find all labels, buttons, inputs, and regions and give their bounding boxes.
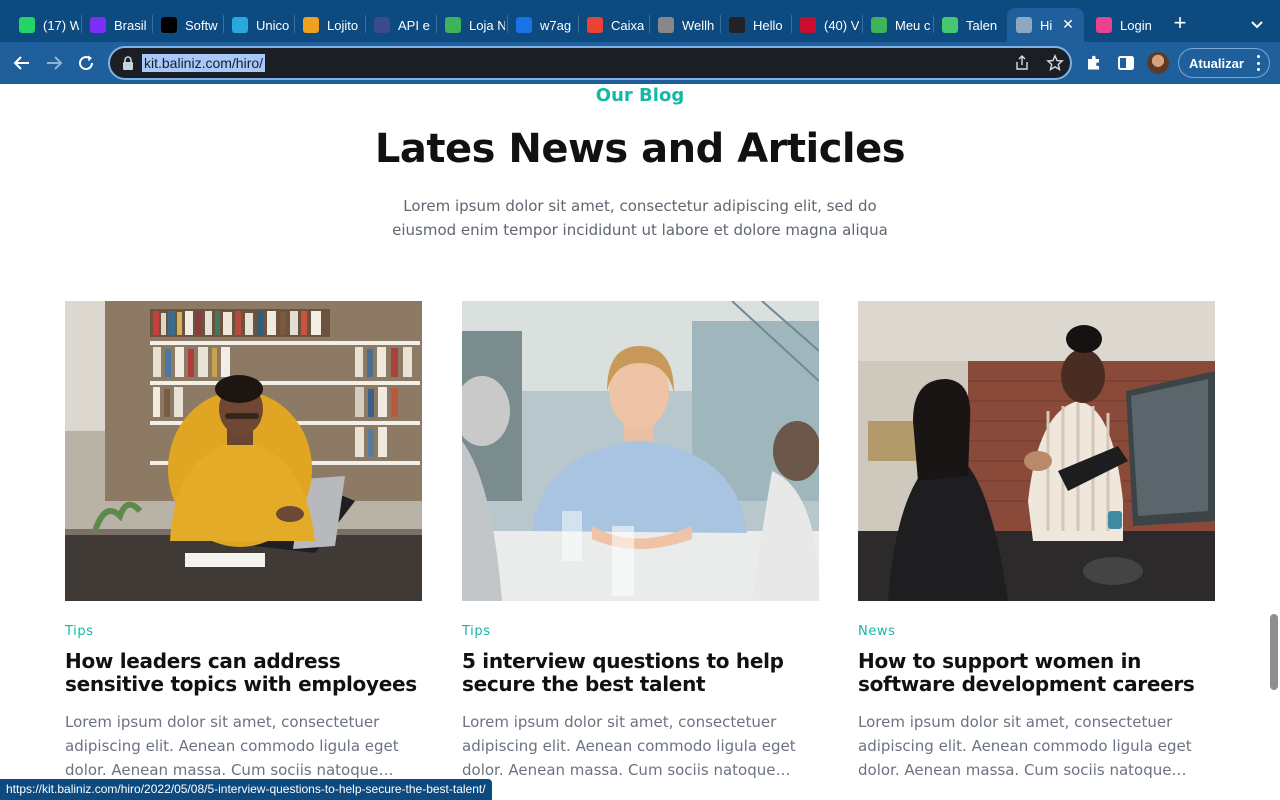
browser-tab-title: Loja N [469,17,505,33]
browser-tab[interactable]: Hi ✕ [1007,8,1084,42]
browser-tab-title: Wellh [682,17,715,33]
browser-tab[interactable]: (40) V [791,8,862,42]
post-image-office[interactable] [858,301,1215,601]
section-intro: Lorem ipsum dolor sit amet, consectetur … [392,197,888,239]
blog-card: Tips How leaders can address sensitive t… [65,301,422,779]
browser-tab-title: Lojito [327,17,359,33]
post-title[interactable]: How leaders can address sensitive topics… [65,650,422,696]
profile-avatar[interactable] [1147,52,1169,74]
browser-tab[interactable]: Hello [720,8,791,42]
bookmark-star-icon[interactable] [1046,54,1064,72]
browser-tab-title: Hi [1040,17,1053,33]
browser-tab-title: Hello [753,17,783,33]
globe-icon [658,17,674,33]
address-url[interactable]: kit.baliniz.com/hiro/ [142,54,266,72]
browser-tab-title: Brasil [114,17,147,33]
crosshair-icon [232,17,248,33]
reload-icon [79,55,94,71]
browser-tab[interactable]: w7ag [507,8,578,42]
post-title[interactable]: 5 interview questions to help secure the… [462,650,819,696]
post-category[interactable]: News [858,624,896,639]
browser-tab[interactable]: Wellh [649,8,720,42]
extensions-button[interactable] [1082,51,1106,75]
back-button[interactable] [10,51,34,75]
browser-tab[interactable]: Login [1087,8,1158,42]
tab-search-button[interactable] [1247,14,1267,34]
calendar-icon [516,17,532,33]
post-excerpt: Lorem ipsum dolor sit amet, consectetuer… [65,713,399,779]
new-tab-button[interactable]: + [1168,12,1192,36]
browser-tab[interactable]: Unico [223,8,294,42]
browser-tab-title: Talen [966,17,998,33]
reload-button[interactable] [74,51,98,75]
side-panel-button[interactable] [1114,51,1138,75]
z-logo-icon [942,17,958,33]
browser-tab-title: Meu c [895,17,931,33]
api-icon [374,17,390,33]
browser-tab-title: Caixa [611,17,645,33]
post-title[interactable]: How to support women in software develop… [858,650,1215,696]
section-heading: Lates News and Articles [374,126,906,172]
browser-tab-title: Login [1120,17,1152,33]
puzzle-icon [1088,55,1099,70]
post-excerpt: Lorem ipsum dolor sit amet, consectetuer… [858,713,1192,779]
browser-tab[interactable]: Loja N [436,8,507,42]
browser-tab-title: Softw [185,17,218,33]
browser-tab[interactable]: Lojito [294,8,365,42]
browser-tab[interactable]: Talen [933,8,1004,42]
post-category[interactable]: Tips [462,624,491,639]
browser-tab[interactable]: Meu c [862,8,933,42]
browser-tab[interactable]: (17) W [10,8,81,42]
cart-icon [303,17,319,33]
w-logo-icon [800,17,816,33]
blog-card: Tips 5 interview questions to help secur… [462,301,819,779]
browser-tab[interactable]: Brasil [81,8,152,42]
browser-tab-title: (17) W [43,17,79,33]
close-tab-icon[interactable]: ✕ [1060,16,1076,32]
tab-strip: (17) W Brasil Softw Unico Lojito API e Loja N w… [0,0,1280,42]
browser-tab-title: w7ag [540,17,572,33]
update-button-label: Atualizar [1189,55,1244,71]
browser-tab[interactable]: Caixa [578,8,649,42]
arrow-left-icon [13,56,29,70]
leaf-icon [871,17,887,33]
heart-icon [1096,17,1112,33]
browser-toolbar: kit.baliniz.com/hiro/ Atualizar [0,42,1280,84]
browser-tab-title: (40) V [824,17,860,33]
chevron-down-icon [1251,21,1263,29]
post-image-interview[interactable] [462,301,819,601]
gmail-icon [587,17,603,33]
post-image-library[interactable] [65,301,422,601]
leaf-icon [445,17,461,33]
browser-tab[interactable]: API e [365,8,436,42]
share-icon[interactable] [1014,55,1030,71]
post-excerpt: Lorem ipsum dolor sit amet, consectetuer… [462,713,796,779]
address-bar[interactable]: kit.baliniz.com/hiro/ [108,46,1072,80]
play-icon [90,17,106,33]
arrow-right-icon [47,56,63,70]
forward-button[interactable] [42,51,66,75]
lock-icon [123,56,133,70]
browser-tab-title: Unico [256,17,290,33]
browser-tab-title: API e [398,17,430,33]
page-scrollbar-thumb[interactable] [1270,614,1278,690]
browser-tab[interactable]: Softw [152,8,223,42]
person-icon [729,17,745,33]
blog-card: News How to support women in software de… [858,301,1215,779]
h-logo-icon [161,17,177,33]
link-status-bar: https://kit.baliniz.com/hiro/2022/05/08/… [0,779,492,800]
update-button[interactable]: Atualizar [1178,48,1270,78]
section-kicker: Our Blog [595,85,685,106]
page-content: Our Blog Lates News and Articles Lorem i… [0,84,1280,800]
side-panel-icon [1118,56,1134,70]
post-category[interactable]: Tips [65,624,94,639]
more-menu-icon [1256,55,1260,71]
whatsapp-icon [19,17,35,33]
globe-icon [1016,17,1032,33]
